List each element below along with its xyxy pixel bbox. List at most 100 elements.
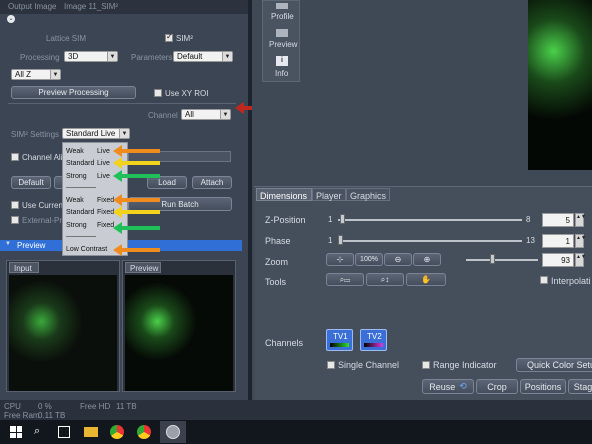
default-button[interactable]: Default xyxy=(11,176,51,189)
option-weak-live-mode: Live xyxy=(97,148,110,155)
zoom-value-input[interactable]: 93 xyxy=(542,253,574,267)
single-channel-checkbox[interactable] xyxy=(327,361,335,369)
cpu-label: CPU xyxy=(4,402,21,411)
file-explorer-icon[interactable] xyxy=(84,427,98,437)
zoom-100-button[interactable]: 100% xyxy=(355,253,383,266)
preview-tab[interactable]: Preview xyxy=(125,262,161,273)
task-view-icon[interactable] xyxy=(58,426,70,438)
attach-button[interactable]: Attach xyxy=(192,176,232,189)
divider xyxy=(8,103,236,104)
parameters-select[interactable]: Default ▼ xyxy=(173,51,233,62)
tab-player[interactable]: Player xyxy=(312,188,346,201)
z-slider-handle[interactable] xyxy=(340,214,345,224)
use-current-checkbox[interactable] xyxy=(11,201,19,209)
external-processing-checkbox[interactable] xyxy=(11,216,19,224)
option-strong-fixed[interactable]: Strong xyxy=(66,222,87,229)
option-weak-live[interactable]: Weak xyxy=(66,148,84,155)
preview-processing-button[interactable]: Preview Processing xyxy=(11,86,136,99)
dropdown-separator xyxy=(66,236,96,237)
collapse-icon[interactable]: ⌄ xyxy=(7,15,15,23)
option-weak-fixed-mode: Fixed xyxy=(97,197,115,204)
zen-app-tile[interactable] xyxy=(160,421,186,443)
orange-arrow-annotation xyxy=(113,244,160,256)
zoom-out-button[interactable]: ⊖ xyxy=(384,253,412,266)
option-weak-fixed[interactable]: Weak xyxy=(66,197,84,204)
tab-graphics[interactable]: Graphics xyxy=(346,188,390,201)
sim2-settings-select[interactable]: Standard Live ▼ xyxy=(62,128,130,139)
tv2-color-bar xyxy=(364,343,383,347)
image-view-area: Profile Preview i Info Dimensions Player… xyxy=(252,0,592,400)
crop-button[interactable]: Crop xyxy=(476,379,518,394)
tv2-label: TV2 xyxy=(367,332,382,341)
tool-zoom-drag-button[interactable]: ⌕↕ xyxy=(366,273,404,286)
z-range-select[interactable]: All Z ▼ xyxy=(11,69,61,80)
free-ram-value: 0.11 TB xyxy=(38,411,66,420)
nav-info[interactable]: Info xyxy=(275,69,288,78)
free-hd-value: 11 TB xyxy=(116,402,137,411)
sim2-settings-value: Standard Live xyxy=(66,129,116,138)
range-indicator-checkbox[interactable] xyxy=(422,361,430,369)
hand-icon: ✋ xyxy=(421,275,431,284)
z-spin-buttons[interactable]: ▲▼ xyxy=(575,213,586,227)
positions-button[interactable]: Positions xyxy=(520,379,566,394)
quick-color-setup-button[interactable]: Quick Color Setu xyxy=(516,358,592,372)
preview-section-title: Preview xyxy=(17,241,46,250)
tool-pan-button[interactable]: ✋ xyxy=(406,273,446,286)
reuse-button[interactable]: Reuse ⟲ xyxy=(422,379,474,394)
use-xy-roi-checkbox[interactable] xyxy=(154,89,162,97)
option-strong-live[interactable]: Strong xyxy=(66,173,87,180)
interpolation-checkbox[interactable] xyxy=(540,276,548,284)
zoom-fit-button[interactable]: ⊹ xyxy=(326,253,354,266)
status-bar: CPU 0 % Free HD 11 TB Free Ram 0.11 TB xyxy=(0,400,592,420)
tool-zoom-rect-button[interactable]: ⌕▭ xyxy=(326,273,364,286)
phase-max: 13 xyxy=(526,236,535,245)
sim2-checkbox[interactable] xyxy=(165,32,173,42)
phase-spin-buttons[interactable]: ▲▼ xyxy=(575,234,586,248)
option-standard-fixed[interactable]: Standard xyxy=(66,209,94,216)
tab-dimensions-label: Dimensions xyxy=(260,191,308,201)
windows-start-icon[interactable] xyxy=(10,426,22,438)
nav-preview[interactable]: Preview xyxy=(269,40,297,49)
output-image-bar: Output Image Image 11_SIM² xyxy=(0,0,248,14)
start-tile xyxy=(10,426,16,432)
side-nav: Profile Preview i Info xyxy=(262,0,300,82)
channel-tv2-button[interactable]: TV2 xyxy=(360,329,387,351)
channel-select[interactable]: All ▼ xyxy=(181,109,231,120)
z-min: 1 xyxy=(328,215,333,224)
input-tab[interactable]: Input xyxy=(9,262,39,273)
phase-slider-handle[interactable] xyxy=(338,235,343,245)
input-image xyxy=(9,275,117,391)
search-icon[interactable]: ⌕ xyxy=(34,425,40,438)
zoom-rect-icon: ⌕▭ xyxy=(339,274,351,284)
tab-player-label: Player xyxy=(316,191,342,201)
nav-profile[interactable]: Profile xyxy=(271,12,294,21)
zoom-in-button[interactable]: ⊕ xyxy=(413,253,441,266)
sim2-settings-label: SIM² Settings xyxy=(11,130,60,139)
phase-slider[interactable] xyxy=(338,240,522,242)
dropdown-separator xyxy=(66,187,96,188)
stage-button[interactable]: Stag xyxy=(568,379,592,394)
z-position-slider[interactable] xyxy=(338,219,522,221)
tab-dimensions[interactable]: Dimensions xyxy=(256,188,312,201)
chrome-icon[interactable] xyxy=(110,425,124,439)
chevron-down-icon: ▼ xyxy=(222,52,232,61)
chevron-down-icon: ▼ xyxy=(119,129,129,138)
channel-tv1-button[interactable]: TV1 xyxy=(326,329,353,351)
zoom-slider[interactable] xyxy=(466,259,538,261)
free-ram-label: Free Ram xyxy=(4,411,40,420)
output-image-value: Image 11_SIM² xyxy=(64,2,119,11)
zoom-spin-buttons[interactable]: ▲▼ xyxy=(575,253,586,267)
start-tile xyxy=(10,432,16,438)
chrome-icon[interactable] xyxy=(137,425,151,439)
processing-select[interactable]: 3D ▼ xyxy=(64,51,118,62)
phase-value-input[interactable]: 1 xyxy=(542,234,574,248)
channel-align-label: Channel Alig xyxy=(22,153,67,162)
preview-view: Preview xyxy=(122,260,236,392)
main-image-canvas[interactable] xyxy=(528,0,592,170)
z-value-input[interactable]: 5 xyxy=(542,213,574,227)
z-max: 8 xyxy=(526,215,531,224)
option-low-contrast[interactable]: Low Contrast xyxy=(66,246,107,253)
zoom-slider-handle[interactable] xyxy=(490,254,495,264)
channel-align-checkbox[interactable] xyxy=(11,153,19,161)
option-standard-live[interactable]: Standard xyxy=(66,160,94,167)
